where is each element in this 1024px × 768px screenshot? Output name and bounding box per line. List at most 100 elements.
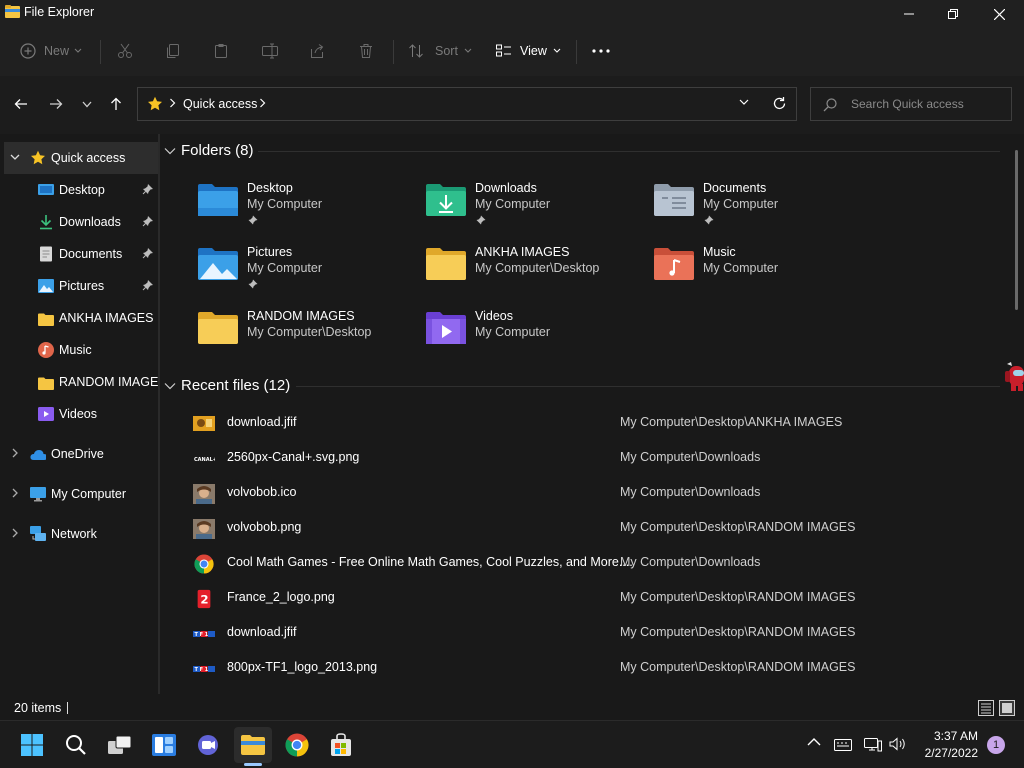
chrome-taskbar-button[interactable]: [278, 727, 316, 763]
start-button[interactable]: [13, 727, 51, 763]
recent-file-row[interactable]: T F 1 download.jfif My Computer\Desktop\…: [190, 616, 990, 650]
close-button[interactable]: [976, 0, 1022, 28]
search-icon: [823, 98, 837, 112]
sidebar-item-onedrive[interactable]: OneDrive: [4, 438, 158, 470]
folders-section-header[interactable]: Folders (8): [164, 142, 254, 159]
pin-icon: [142, 280, 153, 291]
sidebar-item-network[interactable]: Network: [4, 518, 158, 550]
recent-file-row[interactable]: Cool Math Games - Free Online Math Games…: [190, 546, 990, 580]
chevron-right-icon[interactable]: [10, 488, 20, 498]
onedrive-icon: [30, 447, 46, 463]
details-view-button[interactable]: [978, 700, 994, 716]
address-bar[interactable]: Quick access: [137, 87, 797, 121]
france2-logo-icon: 2: [197, 589, 211, 609]
back-button[interactable]: [10, 95, 32, 113]
sidebar-item-random-images[interactable]: RANDOM IMAGES: [4, 366, 167, 398]
refresh-icon[interactable]: [772, 96, 787, 111]
folder-tile-pictures[interactable]: Pictures My Computer: [160, 238, 380, 294]
recent-file-row[interactable]: volvobob.png My Computer\Desktop\RANDOM …: [190, 511, 990, 545]
clock-time[interactable]: 3:37 AM: [916, 729, 978, 743]
notification-badge[interactable]: 1: [987, 736, 1005, 754]
recent-file-row[interactable]: [190, 686, 990, 694]
up-button[interactable]: [105, 95, 127, 113]
folder-name: ANKHA IMAGES: [475, 245, 570, 259]
minimize-button[interactable]: [886, 0, 932, 28]
music-icon: [38, 342, 54, 358]
rename-button[interactable]: [261, 38, 279, 64]
folder-tile-ankha-images[interactable]: ANKHA IMAGES My Computer\Desktop: [388, 238, 608, 294]
sidebar-item-label: My Computer: [51, 487, 127, 501]
store-taskbar-button[interactable]: [322, 727, 360, 763]
recent-section-header[interactable]: Recent files (12): [164, 377, 290, 394]
chevron-down-icon[interactable]: [10, 152, 20, 162]
task-view-icon: [108, 735, 132, 754]
search-taskbar-button[interactable]: [57, 727, 95, 763]
address-location[interactable]: Quick access: [183, 97, 257, 111]
pin-icon: [142, 216, 153, 227]
sidebar-item-my-computer[interactable]: My Computer: [4, 478, 158, 510]
copy-button[interactable]: [165, 38, 181, 64]
task-view-button[interactable]: [101, 727, 139, 763]
arrow-right-icon: [50, 99, 63, 109]
recent-file-row[interactable]: T F 1 800px-TF1_logo_2013.png My Compute…: [190, 651, 990, 685]
pictures-icon: [38, 278, 54, 294]
search-box[interactable]: Search Quick access: [810, 87, 1012, 121]
sidebar-item-music[interactable]: Music: [4, 334, 158, 366]
keyboard-icon[interactable]: [834, 739, 852, 751]
vertical-scrollbar[interactable]: [1015, 150, 1018, 310]
network-status-icon[interactable]: [864, 738, 882, 752]
window-title: File Explorer: [24, 5, 95, 19]
canal-logo-icon: CANAL+: [193, 457, 215, 463]
pin-icon: [248, 279, 258, 289]
sidebar-item-desktop[interactable]: Desktop: [4, 174, 158, 206]
file-name: 2560px-Canal+.svg.png: [227, 450, 360, 464]
chevron-right-icon[interactable]: [10, 528, 20, 538]
folder-tile-downloads[interactable]: Downloads My Computer: [388, 174, 608, 230]
folder-icon: [38, 311, 54, 327]
volume-icon[interactable]: [889, 737, 907, 751]
new-button[interactable]: New: [20, 38, 82, 64]
share-button[interactable]: [309, 38, 325, 64]
forward-button[interactable]: [45, 95, 67, 113]
folder-tile-desktop[interactable]: Desktop My Computer: [160, 174, 380, 230]
sidebar-item-documents[interactable]: Documents: [4, 238, 158, 270]
folder-name: Desktop: [247, 181, 293, 195]
widgets-button[interactable]: [145, 727, 183, 763]
recent-locations-button[interactable]: [76, 95, 98, 113]
file-explorer-taskbar-button[interactable]: [234, 727, 272, 763]
show-hidden-icons-icon[interactable]: [807, 737, 821, 747]
folder-tile-videos[interactable]: Videos My Computer: [388, 302, 608, 358]
delete-button[interactable]: [358, 38, 374, 64]
sidebar-item-quick-access[interactable]: Quick access: [4, 142, 158, 174]
sidebar-item-videos[interactable]: Videos: [4, 398, 158, 430]
sidebar-item-downloads[interactable]: Downloads: [4, 206, 158, 238]
more-options-button[interactable]: [592, 38, 610, 64]
recent-file-row[interactable]: volvobob.ico My Computer\Downloads: [190, 476, 990, 510]
sidebar-item-ankha-images[interactable]: ANKHA IMAGES: [4, 302, 158, 334]
paste-button[interactable]: [213, 38, 229, 64]
clock-date[interactable]: 2/27/2022: [916, 746, 978, 760]
view-button[interactable]: View: [496, 38, 561, 64]
tiles-view-button[interactable]: [999, 700, 1015, 716]
star-icon: [30, 150, 46, 166]
recent-file-row[interactable]: download.jfif My Computer\Desktop\ANKHA …: [190, 406, 990, 440]
folder-location: My Computer: [475, 325, 551, 339]
folder-tile-music[interactable]: Music My Computer: [616, 238, 836, 294]
recent-file-row[interactable]: CANAL+ 2560px-Canal+.svg.png My Computer…: [190, 441, 990, 475]
sort-button[interactable]: Sort: [408, 38, 472, 64]
cut-button[interactable]: [117, 38, 133, 64]
file-explorer-icon: [5, 5, 20, 18]
maximize-button[interactable]: [930, 0, 976, 28]
pin-icon: [142, 248, 153, 259]
folder-tile-documents[interactable]: Documents My Computer: [616, 174, 836, 230]
tiles-view-icon: [1002, 703, 1012, 713]
folder-tile-random-images[interactable]: RANDOM IMAGES My Computer\Desktop: [160, 302, 380, 358]
chevron-right-icon[interactable]: [10, 448, 20, 458]
trash-icon: [360, 44, 372, 58]
chevron-right-icon[interactable]: [259, 98, 266, 108]
teams-chat-button[interactable]: [189, 727, 227, 763]
search-input[interactable]: Search Quick access: [851, 97, 964, 111]
address-dropdown-icon[interactable]: [739, 99, 749, 106]
sidebar-item-pictures[interactable]: Pictures: [4, 270, 158, 302]
recent-file-row[interactable]: 2 France_2_logo.png My Computer\Desktop\…: [190, 581, 990, 615]
